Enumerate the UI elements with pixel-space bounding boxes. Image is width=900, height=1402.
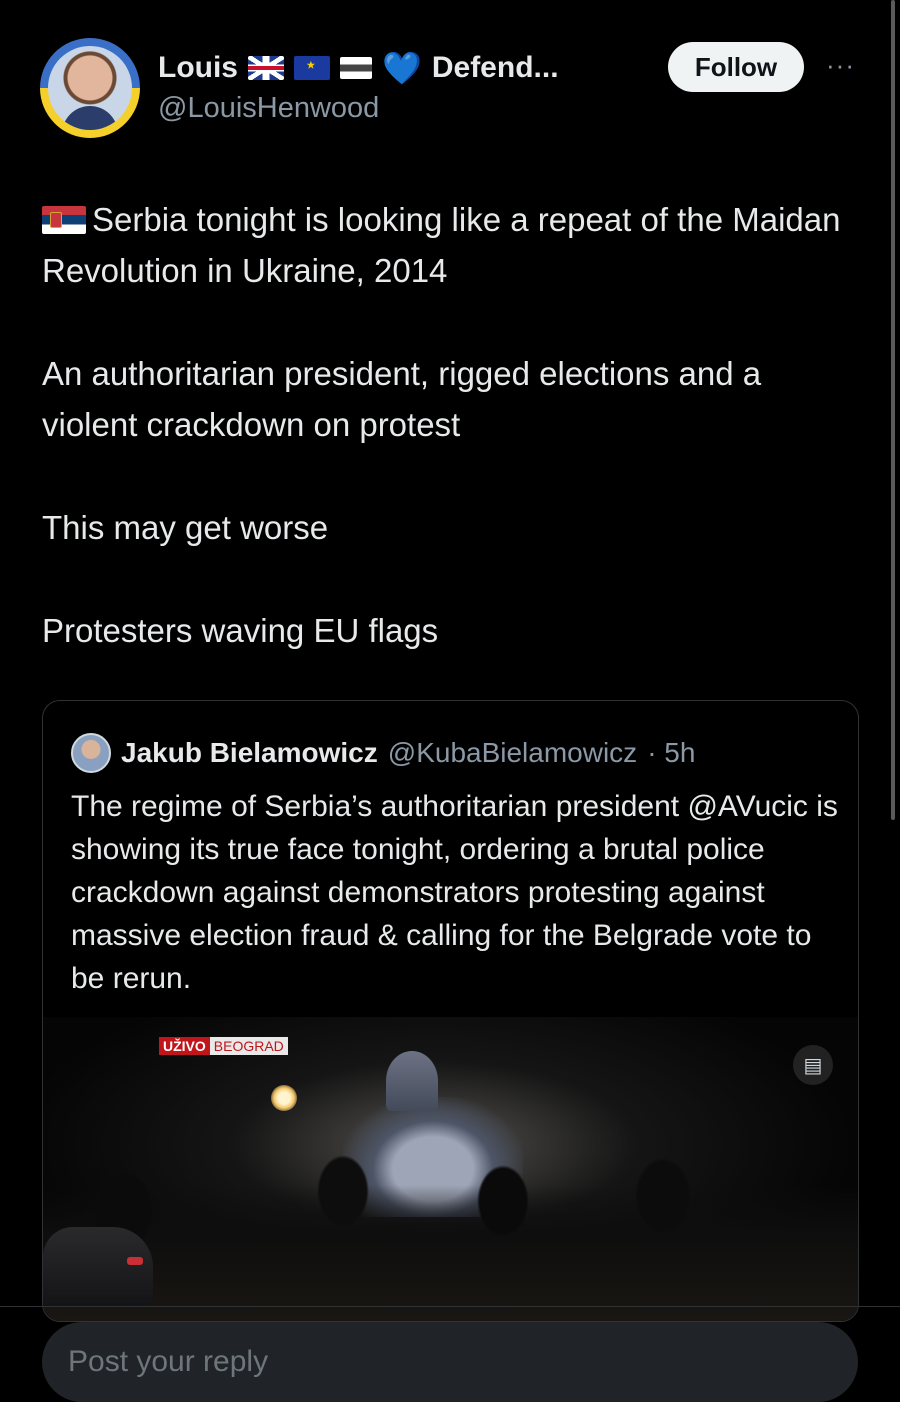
follow-button[interactable]: Follow xyxy=(668,42,804,92)
live-label: UŽIVO xyxy=(159,1037,210,1055)
avatar[interactable] xyxy=(40,38,140,138)
tweet-paragraph: An authoritarian president, rigged elect… xyxy=(42,355,762,443)
tweet-paragraph: Serbia tonight is looking like a repeat … xyxy=(42,201,841,289)
uk-flag-icon xyxy=(248,56,284,80)
car-silhouette xyxy=(43,1227,153,1307)
reply-input[interactable] xyxy=(42,1322,858,1402)
quoted-tweet[interactable]: Jakub Bielamowicz @KubaBielamowicz · 5h … xyxy=(42,700,859,1322)
author-name-row: Louis 💙 Defend... xyxy=(158,46,559,90)
quoted-avatar[interactable] xyxy=(71,733,111,773)
scrollbar[interactable] xyxy=(891,0,895,820)
more-options-icon[interactable]: ··· xyxy=(826,50,855,81)
tweet-paragraph: This may get worse xyxy=(42,509,329,546)
tweet-text: Serbia tonight is looking like a repeat … xyxy=(42,194,862,708)
location-label: BEOGRAD xyxy=(209,1037,288,1055)
quoted-author-name[interactable]: Jakub Bielamowicz xyxy=(121,737,378,769)
author-handle[interactable]: @LouisHenwood xyxy=(158,92,379,125)
serbia-flag-icon xyxy=(42,206,86,234)
avatar-photo xyxy=(48,46,132,130)
author-name[interactable]: Louis xyxy=(158,51,238,85)
live-badge: UŽIVO BEOGRAD xyxy=(159,1037,288,1055)
blue-heart-icon: 💙 xyxy=(382,50,422,86)
captions-icon[interactable]: ▤ xyxy=(793,1045,833,1085)
quoted-video[interactable]: UŽIVO BEOGRAD ▤ xyxy=(43,1017,858,1321)
dome-shape xyxy=(386,1051,438,1111)
tweet-header: Louis 💙 Defend... @LouisHenwood Follow ·… xyxy=(40,38,860,138)
eu-flag-icon xyxy=(294,52,330,80)
quoted-timestamp: · 5h xyxy=(647,737,696,768)
quoted-author-handle[interactable]: @KubaBielamowicz xyxy=(388,737,637,769)
flag-icon xyxy=(340,57,372,79)
street-lamp xyxy=(271,1085,297,1111)
quoted-tweet-text: The regime of Serbia’s authoritarian pre… xyxy=(71,790,838,995)
divider xyxy=(0,1306,900,1307)
quoted-tweet-header: Jakub Bielamowicz @KubaBielamowicz · 5h xyxy=(71,733,695,773)
crowd-silhouettes xyxy=(43,1151,858,1321)
tweet-paragraph: Protesters waving EU flags xyxy=(42,612,439,649)
author-name-suffix: Defend... xyxy=(431,51,559,84)
